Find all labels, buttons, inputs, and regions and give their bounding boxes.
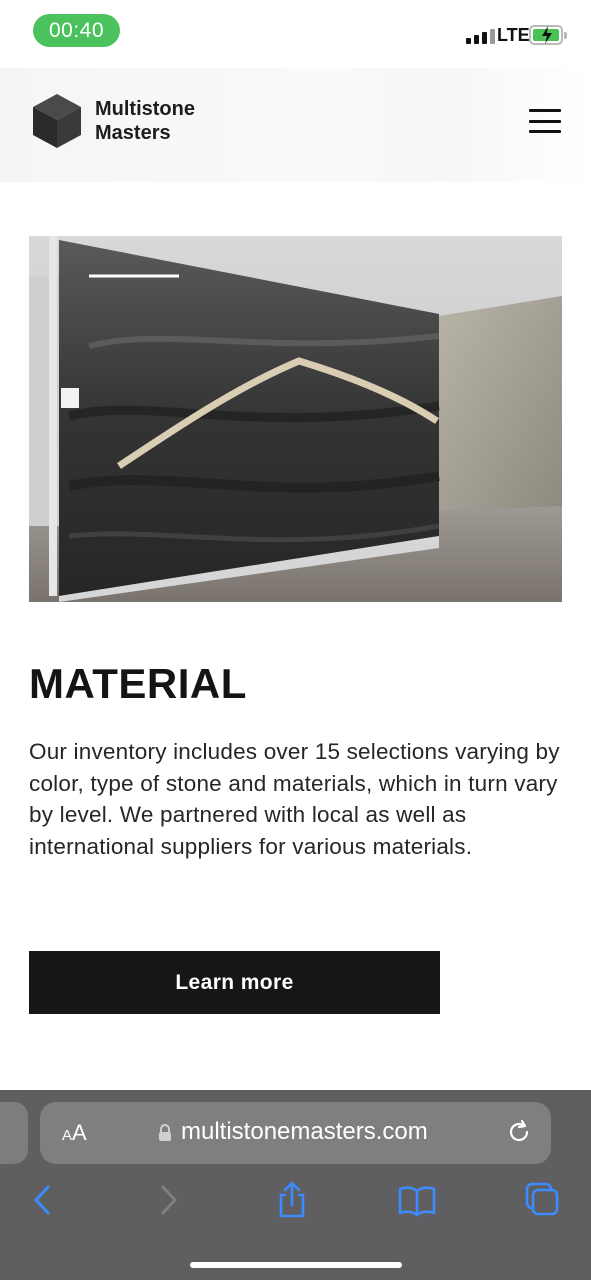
bookmarks-icon[interactable]	[397, 1180, 437, 1220]
brand-name[interactable]: Multistone Masters	[95, 97, 195, 145]
text-size-button[interactable]: AA	[62, 1120, 87, 1146]
network-label: LTE	[497, 25, 530, 45]
signal-icon	[466, 28, 495, 44]
section-body: Our inventory includes over 15 selection…	[29, 739, 560, 859]
learn-more-button[interactable]: Learn more	[29, 951, 440, 1014]
forward-icon[interactable]	[149, 1180, 189, 1220]
lock-icon	[159, 1124, 171, 1141]
site-header	[0, 68, 591, 182]
reload-icon[interactable]	[506, 1118, 532, 1146]
brand-line-1: Multistone	[95, 98, 195, 120]
url-text[interactable]: multistonemasters.com	[181, 1118, 428, 1146]
share-icon[interactable]	[272, 1180, 312, 1220]
hamburger-icon[interactable]	[527, 106, 563, 136]
previous-tab-preview[interactable]	[0, 1102, 28, 1164]
tabs-icon[interactable]	[522, 1180, 562, 1220]
battery-icon	[529, 25, 567, 45]
section-title: MATERIAL	[29, 660, 247, 707]
hero-image	[29, 236, 562, 602]
status-time: 00:40	[33, 14, 120, 47]
home-indicator[interactable]	[190, 1262, 402, 1268]
logo-icon[interactable]	[31, 92, 83, 150]
status-bar: 00:40 LTE	[0, 0, 591, 64]
back-icon[interactable]	[22, 1180, 62, 1220]
brand-line-2: Masters	[95, 122, 171, 144]
